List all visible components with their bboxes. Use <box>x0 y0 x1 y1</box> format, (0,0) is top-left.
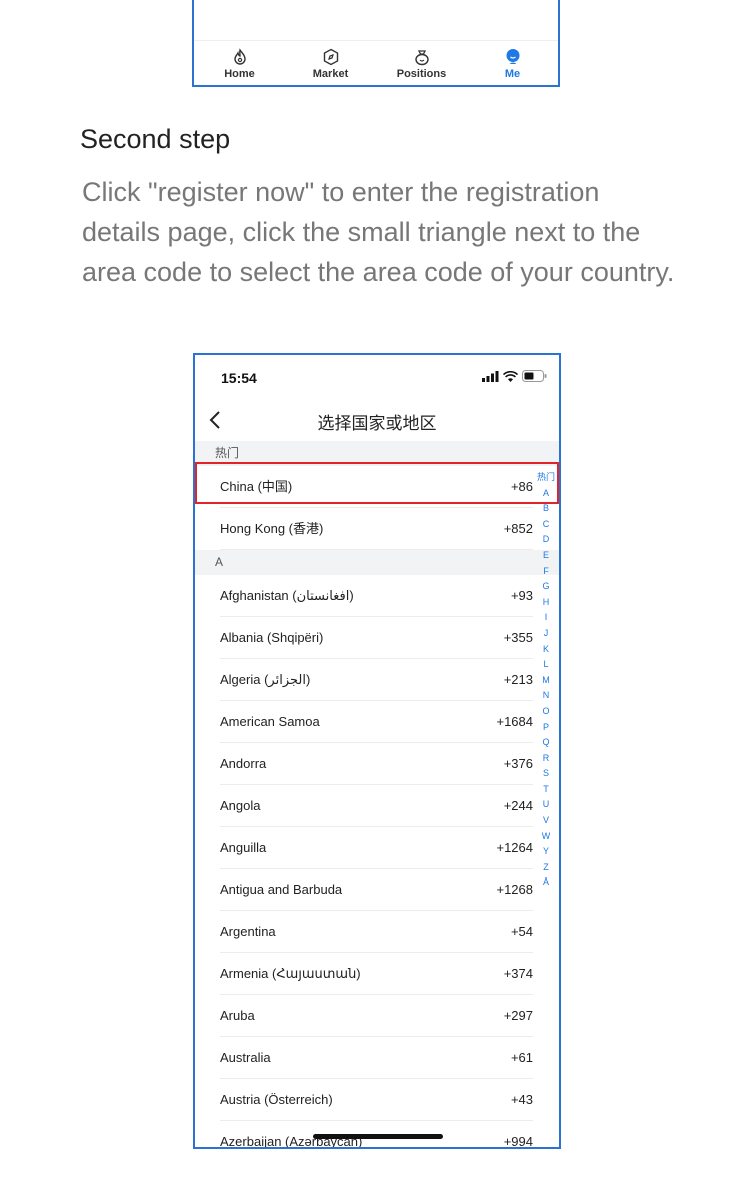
tab-home-label: Home <box>224 68 255 80</box>
country-name: Argentina <box>220 924 276 939</box>
country-row[interactable]: Andorra +376 <box>195 743 533 785</box>
country-row[interactable]: Australia +61 <box>195 1037 533 1079</box>
index-letter[interactable]: Z <box>535 860 557 876</box>
dial-code: +43 <box>510 1092 533 1107</box>
country-row[interactable]: Aruba +297 <box>195 995 533 1037</box>
index-letter[interactable]: J <box>535 626 557 642</box>
country-name: Australia <box>220 1050 271 1065</box>
person-icon <box>478 47 548 67</box>
index-letter[interactable]: C <box>535 517 557 533</box>
money-bag-icon <box>387 47 457 67</box>
status-time: 15:54 <box>221 370 257 386</box>
index-letter[interactable]: B <box>535 501 557 517</box>
tab-home[interactable]: Home <box>205 41 275 86</box>
index-letter[interactable]: Y <box>535 844 557 860</box>
dial-code: +244 <box>503 798 533 813</box>
country-row[interactable]: Algeria (الجزائر) +213 <box>195 659 533 701</box>
highlight-box <box>195 462 559 504</box>
country-name: Armenia (Հայաստան) <box>220 966 361 981</box>
index-letter[interactable]: 热门 <box>535 470 557 486</box>
dial-code: +1264 <box>496 840 533 855</box>
index-letter[interactable]: S <box>535 766 557 782</box>
compass-icon <box>296 47 366 67</box>
index-letter[interactable]: A <box>535 486 557 502</box>
index-letter[interactable]: T <box>535 782 557 798</box>
dial-code: +852 <box>503 521 533 536</box>
country-name: American Samoa <box>220 714 320 729</box>
country-row[interactable]: Armenia (Հայաստան) +374 <box>195 953 533 995</box>
step-description: Click "register now" to enter the regist… <box>82 177 675 287</box>
alphabet-index-bar[interactable]: 热门 A B C D E F G H I J K L M N O P Q R S T U V W Y Z Å <box>535 470 557 891</box>
dial-code: +1684 <box>496 714 533 729</box>
top-phone-fragment: Home Market Positions Me <box>192 0 560 87</box>
page-title: 选择国家或地区 <box>317 414 437 433</box>
country-name: Hong Kong (香港) <box>220 521 324 536</box>
index-letter[interactable]: E <box>535 548 557 564</box>
tab-market-label: Market <box>312 68 349 80</box>
navigation-bar: 选择国家或地区 <box>195 401 559 441</box>
status-bar: 15:54 <box>195 355 559 401</box>
tab-me[interactable]: Me <box>478 41 548 86</box>
dial-code: +213 <box>503 672 533 687</box>
dial-code: +54 <box>510 924 533 939</box>
index-letter[interactable]: N <box>535 688 557 704</box>
country-row[interactable]: Angola +244 <box>195 785 533 827</box>
country-row[interactable]: American Samoa +1684 <box>195 701 533 743</box>
index-letter[interactable]: O <box>535 704 557 720</box>
country-name: Algeria (الجزائر) <box>220 672 311 687</box>
dial-code: +93 <box>510 588 533 603</box>
index-letter[interactable]: M <box>535 673 557 689</box>
country-row[interactable]: Austria (Österreich) +43 <box>195 1079 533 1121</box>
dial-code: +1268 <box>496 882 533 897</box>
dial-code: +61 <box>510 1050 533 1065</box>
index-letter[interactable]: R <box>535 751 557 767</box>
index-letter[interactable]: K <box>535 642 557 658</box>
dial-code: +374 <box>503 966 533 981</box>
index-letter[interactable]: G <box>535 579 557 595</box>
home-indicator <box>313 1134 443 1139</box>
dial-code: +994 <box>503 1134 533 1149</box>
country-row[interactable]: Anguilla +1264 <box>195 827 533 869</box>
index-letter[interactable]: D <box>535 532 557 548</box>
index-letter[interactable]: L <box>535 657 557 673</box>
dial-code: +376 <box>503 756 533 771</box>
tab-positions-label: Positions <box>396 68 447 80</box>
battery-icon <box>522 370 547 382</box>
index-letter[interactable]: H <box>535 595 557 611</box>
tab-positions[interactable]: Positions <box>387 41 457 86</box>
country-row[interactable]: Afghanistan (افغانستان) +93 <box>195 575 533 617</box>
country-name: Anguilla <box>220 840 267 855</box>
dial-code: +355 <box>503 630 533 645</box>
index-letter[interactable]: P <box>535 720 557 736</box>
dial-code: +297 <box>503 1008 533 1023</box>
country-name: Albania (Shqipëri) <box>220 630 324 645</box>
step-title: Second step <box>80 124 231 154</box>
index-letter[interactable]: Å <box>535 875 557 891</box>
flame-icon <box>205 47 275 67</box>
index-letter[interactable]: W <box>535 829 557 845</box>
index-letter[interactable]: Q <box>535 735 557 751</box>
country-name: Angola <box>220 798 261 813</box>
system-icons <box>482 370 547 382</box>
section-header-a: A <box>195 550 559 575</box>
country-name: Antigua and Barbuda <box>220 882 343 897</box>
country-row[interactable]: Argentina +54 <box>195 911 533 953</box>
country-row[interactable]: Hong Kong (香港) +852 <box>195 508 533 550</box>
index-letter[interactable]: V <box>535 813 557 829</box>
country-row[interactable]: Antigua and Barbuda +1268 <box>195 869 533 911</box>
country-row[interactable]: Albania (Shqipëri) +355 <box>195 617 533 659</box>
bottom-tab-bar: Home Market Positions Me <box>194 40 558 86</box>
signal-icon <box>482 370 499 382</box>
country-name: Andorra <box>220 756 267 771</box>
country-name: Austria (Österreich) <box>220 1092 333 1107</box>
country-name: Aruba <box>220 1008 255 1023</box>
tab-market[interactable]: Market <box>296 41 366 86</box>
tab-me-label: Me <box>504 68 521 80</box>
index-letter[interactable]: I <box>535 610 557 626</box>
index-letter[interactable]: F <box>535 564 557 580</box>
index-letter[interactable]: U <box>535 797 557 813</box>
wifi-icon <box>503 370 518 382</box>
phone-screenshot: 15:54 选择国家或地区 热门 China (中国) +86 Hong Kong … <box>193 353 561 1149</box>
country-name: Afghanistan (افغانستان) <box>220 588 354 603</box>
